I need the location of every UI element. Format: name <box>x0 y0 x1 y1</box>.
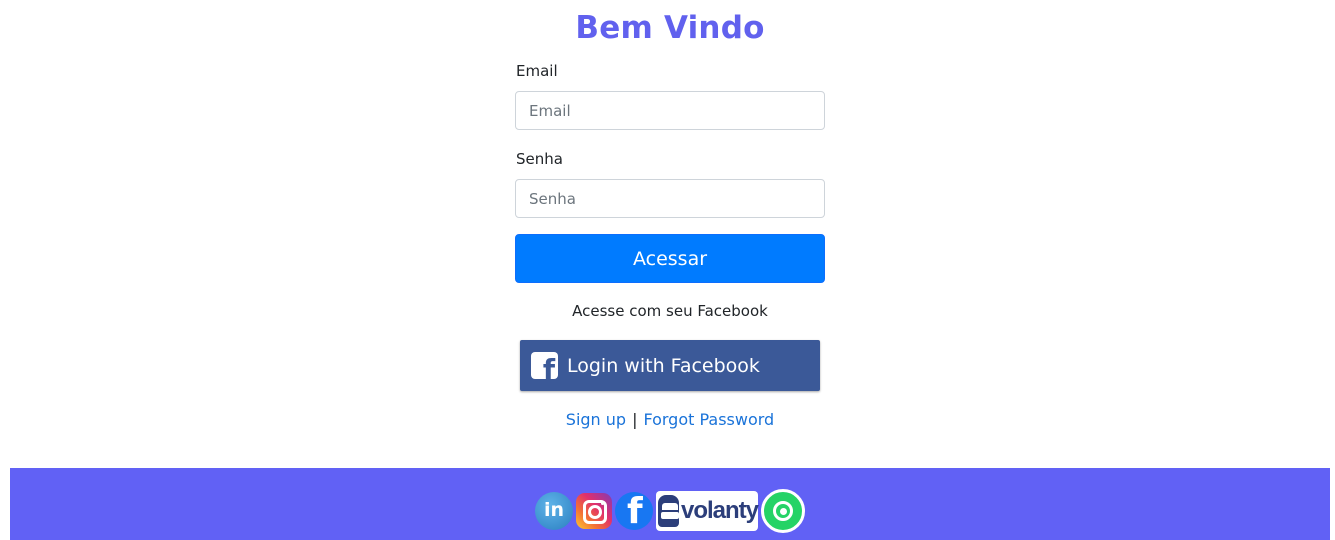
linkedin-glyph: in <box>543 499 565 521</box>
volanty-logo[interactable]: volanty <box>656 491 759 531</box>
facebook-glyph: f <box>627 492 643 530</box>
car-icon <box>658 495 679 527</box>
forgot-password-link[interactable]: Forgot Password <box>643 410 774 429</box>
social-links: in f volanty <box>10 489 1330 533</box>
facebook-logo-glyph: f <box>542 353 555 380</box>
link-separator: | <box>632 410 638 429</box>
footer: in f volanty <box>10 468 1330 540</box>
whatsapp-icon[interactable] <box>761 489 805 533</box>
facebook-prompt: Acesse com seu Facebook <box>572 302 768 320</box>
email-label: Email <box>516 62 558 80</box>
acessar-button[interactable]: Acessar <box>515 234 825 283</box>
email-input[interactable] <box>515 91 825 130</box>
page-title: Bem Vindo <box>575 10 765 46</box>
volanty-text: volanty <box>680 497 759 524</box>
login-with-facebook-button[interactable]: f Login with Facebook <box>520 340 820 391</box>
password-input[interactable] <box>515 179 825 218</box>
facebook-button-label: Login with Facebook <box>567 354 760 377</box>
auth-links: Sign up | Forgot Password <box>515 410 825 429</box>
signup-link[interactable]: Sign up <box>566 410 626 429</box>
linkedin-icon[interactable]: in <box>535 492 573 530</box>
password-label: Senha <box>516 150 563 168</box>
facebook-icon[interactable]: f <box>615 492 653 530</box>
instagram-icon[interactable] <box>576 493 612 529</box>
facebook-logo-icon: f <box>531 352 558 379</box>
phone-icon <box>773 501 793 521</box>
